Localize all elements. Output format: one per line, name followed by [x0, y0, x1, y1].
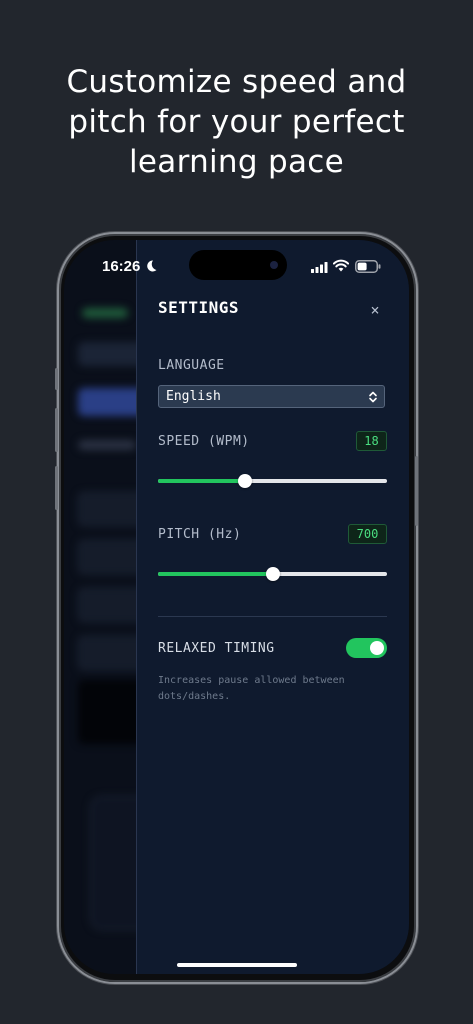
home-indicator[interactable] — [177, 963, 297, 967]
pitch-slider[interactable] — [158, 567, 387, 581]
relaxed-timing-label: RELAXED TIMING — [158, 641, 275, 656]
headline-line-2: pitch for your perfect — [68, 104, 405, 140]
phone-side-button — [55, 368, 58, 390]
relaxed-timing-description: Increases pause allowed between dots/das… — [158, 675, 345, 702]
pitch-label: PITCH (Hz) — [158, 527, 242, 542]
relaxed-timing-toggle[interactable] — [346, 638, 387, 658]
settings-panel: SETTINGS × LANGUAGE English SPEED (WPM) … — [136, 240, 409, 974]
close-button[interactable]: × — [365, 300, 385, 320]
toggle-knob — [370, 641, 384, 655]
phone-power-button — [415, 456, 418, 526]
headline-line-3: learning pace — [128, 144, 344, 180]
headline-line-1: Customize speed and — [66, 64, 407, 100]
pitch-slider-thumb[interactable] — [265, 567, 280, 581]
language-select-value: English — [166, 389, 221, 404]
section-divider — [158, 616, 387, 617]
chevron-up-down-icon — [369, 391, 377, 403]
settings-title: SETTINGS — [158, 298, 240, 317]
language-select[interactable]: English — [158, 385, 385, 408]
phone-screen: 16:26 SETTINGS × LANGUAGE English SPEED … — [64, 240, 409, 974]
language-label: LANGUAGE — [158, 358, 225, 373]
status-bar: 16:26 — [64, 240, 409, 294]
speed-value-badge: 18 — [356, 431, 387, 451]
speed-slider[interactable] — [158, 474, 387, 488]
phone-volume-up — [55, 408, 58, 452]
phone-volume-down — [55, 466, 58, 510]
promo-headline: Customize speed and pitch for your perfe… — [0, 62, 473, 182]
front-camera — [270, 261, 278, 269]
speed-label: SPEED (WPM) — [158, 434, 250, 449]
speed-slider-fill — [158, 479, 246, 483]
pitch-value-badge: 700 — [348, 524, 387, 544]
speed-slider-thumb[interactable] — [238, 474, 253, 488]
wifi-icon — [333, 259, 349, 272]
battery-icon — [355, 260, 381, 273]
moon-icon — [147, 260, 157, 272]
status-time: 16:26 — [102, 258, 141, 275]
pitch-slider-fill — [158, 572, 273, 576]
signal-icon — [311, 262, 328, 273]
